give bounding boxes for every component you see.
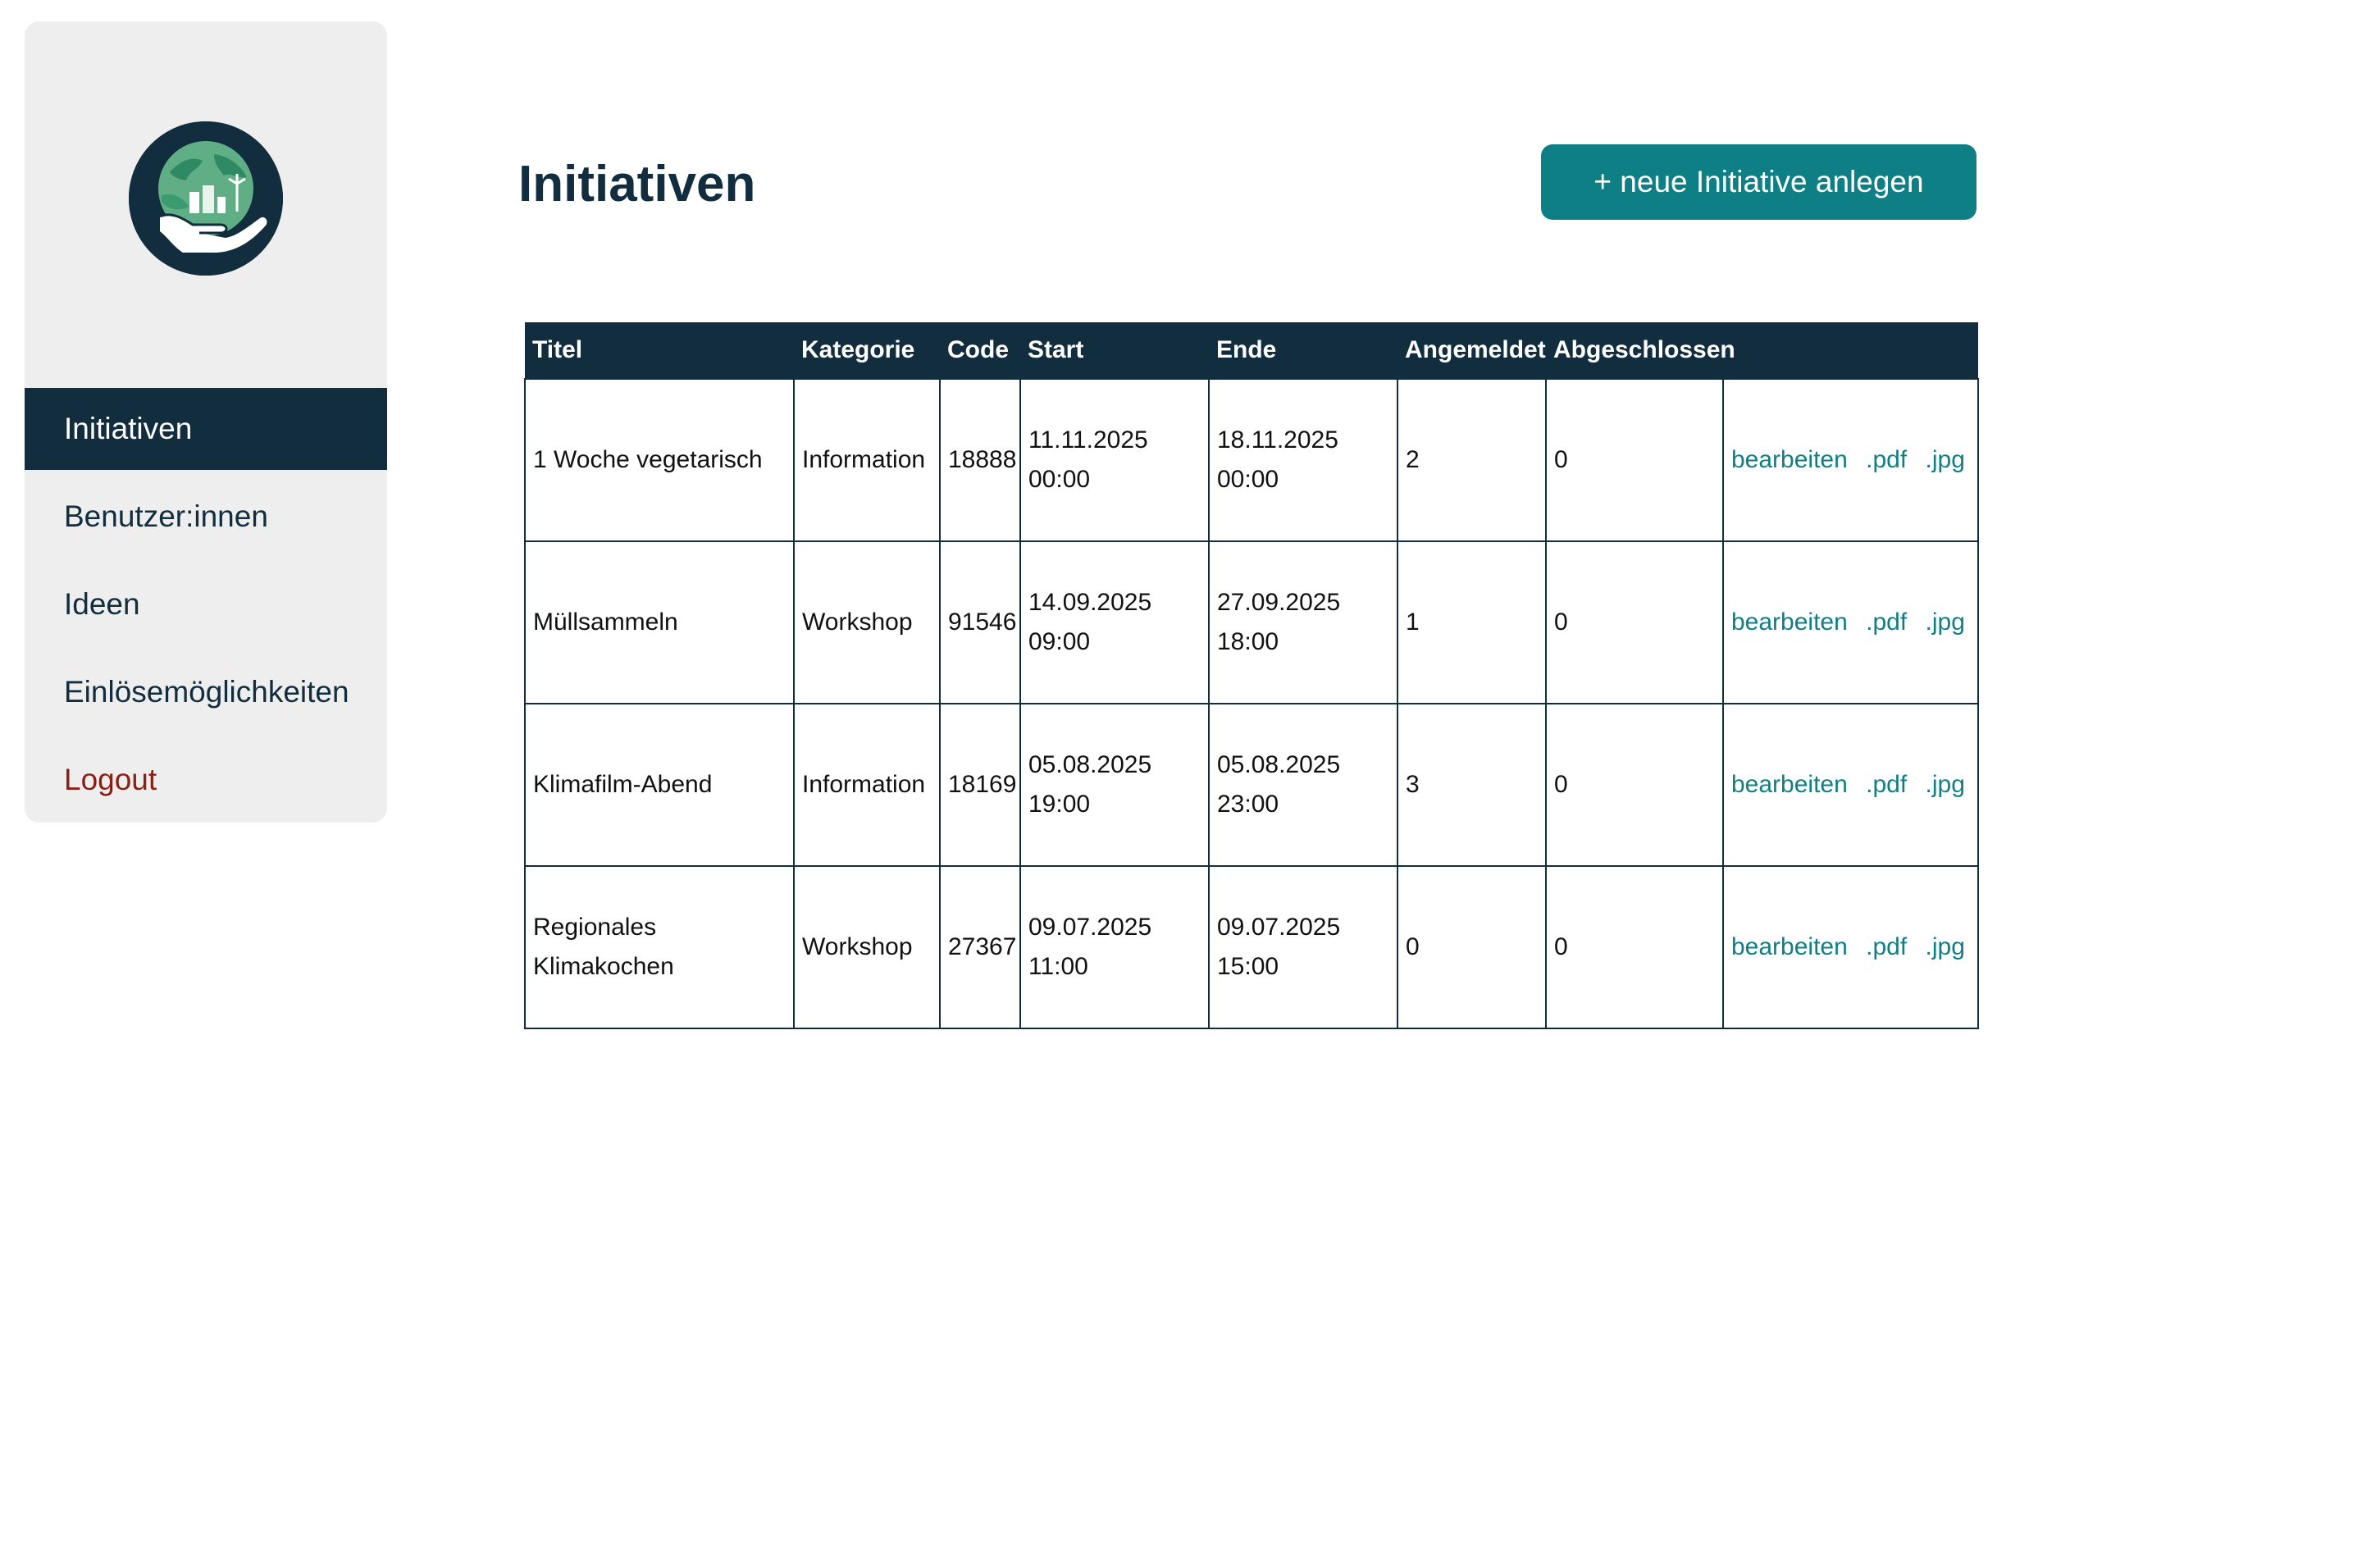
jpg-link[interactable]: .jpg (1926, 771, 1965, 798)
cell-ende: 05.08.2025 23:00 (1208, 703, 1398, 867)
end-date: 05.08.2025 (1217, 751, 1341, 778)
cell-code: 91546 (939, 540, 1021, 704)
start-time: 19:00 (1028, 791, 1091, 818)
cell-abgeschlossen: 0 (1545, 378, 1724, 542)
table-header-row: Titel Kategorie Code Start Ende Angemeld… (525, 322, 1978, 379)
cell-start: 14.09.2025 09:00 (1019, 540, 1210, 704)
cell-titel: 1 Woche vegetarisch (524, 378, 795, 542)
start-time: 09:00 (1028, 628, 1091, 655)
cell-actions: bearbeiten .pdf .jpg (1722, 540, 1979, 704)
cell-ende: 09.07.2025 15:00 (1208, 865, 1398, 1029)
sidebar-item-benutzerinnen[interactable]: Benutzer:innen (25, 476, 387, 558)
sidebar-item-logout[interactable]: Logout (25, 739, 387, 821)
end-time: 18:00 (1217, 628, 1279, 655)
cell-start: 11.11.2025 00:00 (1019, 378, 1210, 542)
cell-kategorie: Information (793, 703, 941, 867)
logo-area (25, 21, 387, 382)
cell-code: 18169 (939, 703, 1021, 867)
sidebar-nav: Initiativen Benutzer:innen Ideen Einlöse… (25, 388, 387, 821)
cell-start: 09.07.2025 11:00 (1019, 865, 1210, 1029)
end-date: 18.11.2025 (1217, 426, 1338, 454)
cell-kategorie: Workshop (793, 865, 941, 1029)
initiatives-table: Titel Kategorie Code Start Ende Angemeld… (524, 322, 1979, 1029)
start-date: 05.08.2025 (1028, 751, 1152, 778)
end-time: 23:00 (1217, 791, 1279, 818)
column-header-code: Code (940, 322, 1020, 379)
jpg-link[interactable]: .jpg (1926, 446, 1965, 473)
page-title: Initiativen (518, 156, 756, 212)
column-header-start: Start (1020, 322, 1209, 379)
cell-ende: 18.11.2025 00:00 (1208, 378, 1398, 542)
cell-start: 05.08.2025 19:00 (1019, 703, 1210, 867)
cell-titel: Klimafilm-Abend (524, 703, 795, 867)
start-date: 14.09.2025 (1028, 589, 1152, 616)
column-header-titel: Titel (525, 322, 794, 379)
column-header-abgeschlossen: Abgeschlossen (1546, 322, 1735, 379)
cell-titel: Müllsammeln (524, 540, 795, 704)
cell-code: 18888 (939, 378, 1021, 542)
cell-kategorie: Workshop (793, 540, 941, 704)
cell-angemeldet: 0 (1397, 865, 1547, 1029)
jpg-link[interactable]: .jpg (1926, 609, 1965, 636)
end-date: 27.09.2025 (1217, 589, 1341, 616)
add-initiative-button[interactable]: + neue Initiative anlegen (1541, 144, 1976, 220)
sidebar-item-ideen[interactable]: Ideen (25, 563, 387, 645)
column-header-actions (1723, 322, 1978, 379)
start-date: 09.07.2025 (1028, 914, 1152, 941)
cell-abgeschlossen: 0 (1545, 540, 1724, 704)
edit-link[interactable]: bearbeiten (1731, 446, 1848, 473)
cell-actions: bearbeiten .pdf .jpg (1722, 865, 1979, 1029)
table-row: 1 Woche vegetarisch Information 18888 11… (524, 378, 1979, 542)
cell-angemeldet: 2 (1397, 378, 1547, 542)
end-time: 15:00 (1217, 953, 1279, 980)
start-time: 11:00 (1028, 953, 1088, 980)
start-date: 11.11.2025 (1028, 426, 1148, 454)
pdf-link[interactable]: .pdf (1866, 933, 1907, 960)
cell-actions: bearbeiten .pdf .jpg (1722, 378, 1979, 542)
edit-link[interactable]: bearbeiten (1731, 771, 1848, 798)
edit-link[interactable]: bearbeiten (1731, 609, 1848, 636)
sidebar: Initiativen Benutzer:innen Ideen Einlöse… (25, 21, 387, 823)
start-time: 00:00 (1028, 466, 1091, 493)
cell-kategorie: Information (793, 378, 941, 542)
pdf-link[interactable]: .pdf (1866, 609, 1907, 636)
column-header-kategorie: Kategorie (794, 322, 940, 379)
cell-abgeschlossen: 0 (1545, 865, 1724, 1029)
pdf-link[interactable]: .pdf (1866, 446, 1907, 473)
cell-abgeschlossen: 0 (1545, 703, 1724, 867)
end-time: 00:00 (1217, 466, 1279, 493)
column-header-ende: Ende (1209, 322, 1397, 379)
cell-ende: 27.09.2025 18:00 (1208, 540, 1398, 704)
table-row: Müllsammeln Workshop 91546 14.09.2025 09… (524, 540, 1979, 704)
table-row: Klimafilm-Abend Information 18169 05.08.… (524, 703, 1979, 867)
cell-code: 27367 (939, 865, 1021, 1029)
edit-link[interactable]: bearbeiten (1731, 933, 1848, 960)
globe-in-hand-icon (129, 121, 283, 276)
cell-titel: Regionales Klimakochen (524, 865, 795, 1029)
end-date: 09.07.2025 (1217, 914, 1341, 941)
jpg-link[interactable]: .jpg (1926, 933, 1965, 960)
table-row: Regionales Klimakochen Workshop 27367 09… (524, 865, 1979, 1029)
cell-angemeldet: 1 (1397, 540, 1547, 704)
cell-angemeldet: 3 (1397, 703, 1547, 867)
sidebar-item-einloesemoeglichkeiten[interactable]: Einlösemöglichkeiten (25, 651, 387, 733)
column-header-angemeldet: Angemeldet (1397, 322, 1546, 379)
cell-actions: bearbeiten .pdf .jpg (1722, 703, 1979, 867)
sidebar-item-initiativen[interactable]: Initiativen (25, 388, 387, 470)
pdf-link[interactable]: .pdf (1866, 771, 1907, 798)
